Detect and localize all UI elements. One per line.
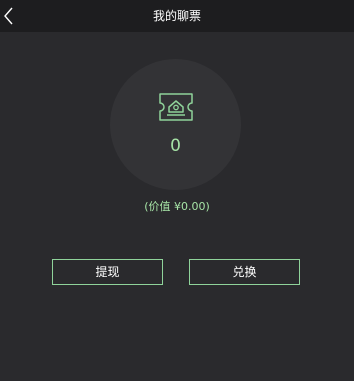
ticket-count: 0 xyxy=(170,136,181,156)
exchange-button[interactable]: 兑换 xyxy=(189,259,300,285)
ticket-icon xyxy=(159,93,193,121)
withdraw-button[interactable]: 提现 xyxy=(52,259,163,285)
page-title: 我的聊票 xyxy=(152,9,201,23)
ticket-circle xyxy=(110,59,241,190)
ticket-value: (价值 ¥0.00) xyxy=(144,200,210,213)
app-screen: 我的聊票 0 (价值 ¥0.00) 提现 兑换 xyxy=(0,0,354,381)
top-bar: 我的聊票 xyxy=(0,0,354,32)
